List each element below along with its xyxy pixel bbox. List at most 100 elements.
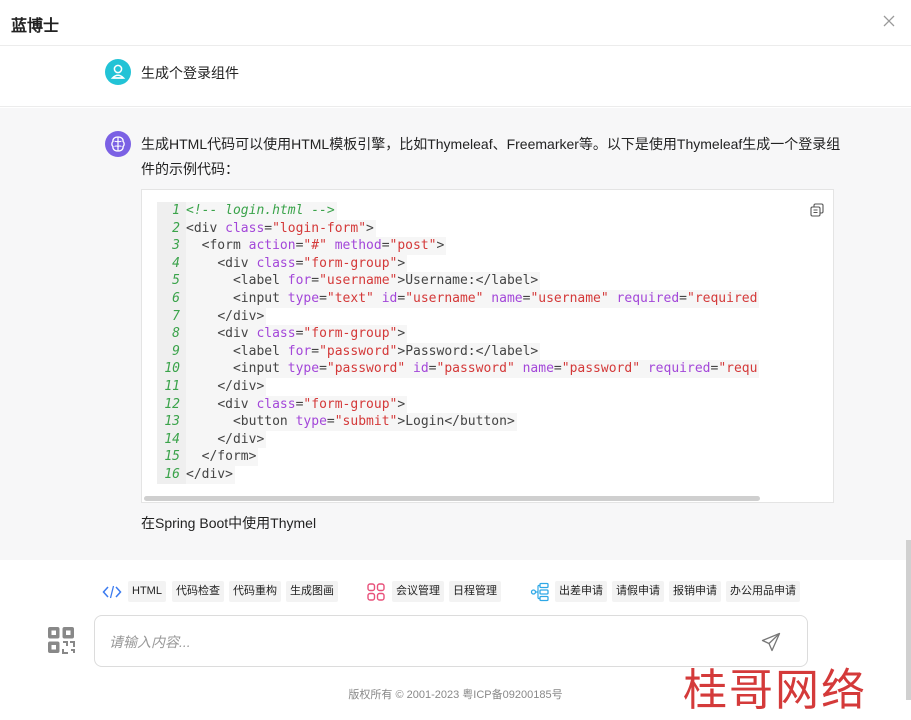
code-line: 9 <label for="password">Password:</label… bbox=[157, 342, 833, 361]
code-token: "submit" bbox=[334, 414, 398, 430]
code-token: = bbox=[311, 273, 320, 289]
apps-icon[interactable] bbox=[47, 626, 75, 654]
code-token: </div> bbox=[186, 466, 233, 482]
code-line: 12 <div class="form-group"> bbox=[157, 395, 833, 414]
code-line: 2 <div class="login-form"> bbox=[157, 219, 833, 238]
shortcut-code-check[interactable]: 代码检查 bbox=[172, 581, 224, 602]
line-number: 14 bbox=[157, 430, 186, 449]
close-icon[interactable] bbox=[881, 13, 897, 29]
code-line: 8 <div class="form-group"> bbox=[157, 325, 833, 343]
code-token: name bbox=[491, 290, 523, 306]
code-token: class bbox=[225, 220, 265, 236]
code-token: <div bbox=[217, 396, 257, 412]
code-token: = bbox=[311, 343, 320, 359]
code-token: > bbox=[436, 238, 445, 254]
send-icon[interactable] bbox=[761, 632, 781, 652]
code-token: = bbox=[264, 220, 273, 236]
code-token: Password: bbox=[405, 343, 476, 359]
code-token: <button bbox=[232, 414, 296, 430]
code-token: </div> bbox=[217, 308, 265, 324]
code-line: 1 <!-- login.html --> bbox=[157, 202, 833, 220]
brain-icon bbox=[105, 131, 131, 157]
streaming-text: 在Spring Boot中使用Thymel bbox=[141, 515, 317, 531]
code-token: Login bbox=[405, 414, 445, 430]
code-token: </div> bbox=[217, 431, 265, 447]
line-number: 11 bbox=[157, 377, 186, 396]
shortcut-business-trip[interactable]: 出差申请 bbox=[555, 581, 607, 602]
code-line: 7 </div> bbox=[157, 307, 833, 326]
shortcut-bar: HTML 代码检查 代码重构 生成图画 会议管理 日程管理 出差申请 请假申请 … bbox=[0, 580, 911, 604]
code-text: </div> bbox=[186, 377, 267, 396]
code-line: 4 <div class="form-group"> bbox=[157, 254, 833, 273]
code-line: 6 <input type="text" id="username" name=… bbox=[157, 289, 833, 308]
code-line: 10 <input type="password" id="password" … bbox=[157, 360, 833, 378]
code-token: "password" bbox=[326, 361, 406, 377]
user-message: 生成个登录组件 bbox=[0, 47, 911, 107]
code-token: "form-group" bbox=[303, 396, 398, 412]
code-token: "username" bbox=[530, 290, 609, 306]
shortcut-code-refactor[interactable]: 代码重构 bbox=[229, 581, 281, 602]
code-horizontal-scrollbar[interactable] bbox=[144, 496, 760, 501]
code-token: </label> bbox=[475, 343, 539, 359]
line-number: 13 bbox=[157, 413, 186, 431]
code-text: <input type="password" id="password" nam… bbox=[186, 360, 760, 378]
shortcut-office-supplies[interactable]: 办公用品申请 bbox=[726, 581, 800, 602]
code-token: > bbox=[397, 343, 406, 359]
shortcut-reimbursement[interactable]: 报销申请 bbox=[669, 581, 721, 602]
code-token: <!-- login.html --> bbox=[186, 203, 335, 218]
code-text: </div> bbox=[186, 465, 235, 484]
code-token: class bbox=[256, 255, 296, 271]
code-token: for bbox=[287, 273, 312, 289]
watermark: 桂哥网络 bbox=[683, 665, 867, 716]
line-number: 5 bbox=[157, 272, 186, 290]
line-number: 8 bbox=[157, 325, 186, 343]
code-token: "password" bbox=[319, 343, 398, 359]
line-number: 10 bbox=[157, 360, 186, 378]
code-token: "form-group" bbox=[303, 255, 398, 271]
shortcut-html[interactable]: HTML bbox=[128, 581, 166, 602]
code-token: for bbox=[287, 343, 312, 359]
code-token: > bbox=[397, 414, 406, 430]
code-text: </form> bbox=[186, 448, 259, 466]
copy-icon[interactable] bbox=[810, 203, 824, 217]
line-number: 9 bbox=[157, 342, 186, 361]
bot-message: 生成HTML代码可以使用HTML模板引擎，比如Thymeleaf、Freemar… bbox=[0, 108, 911, 560]
shortcut-schedule-manage[interactable]: 日程管理 bbox=[449, 581, 501, 602]
code-lines: 1 <!-- login.html --> 2 <div class="login-f… bbox=[157, 202, 833, 484]
code-text: <!-- login.html --> bbox=[186, 202, 337, 220]
code-token: = bbox=[553, 361, 562, 377]
code-token: "username" bbox=[405, 290, 484, 306]
code-token: > bbox=[397, 255, 406, 271]
shortcut-generate-image[interactable]: 生成图画 bbox=[286, 581, 338, 602]
code-line: 16 </div> bbox=[157, 465, 833, 484]
code-token: </form> bbox=[201, 449, 257, 465]
code-token: "post" bbox=[389, 238, 437, 254]
code-line: 3 <form action="#" method="post"> bbox=[157, 237, 833, 255]
code-text: <div class="form-group"> bbox=[186, 395, 408, 414]
shortcut-leave-request[interactable]: 请假申请 bbox=[612, 581, 664, 602]
code-token: id bbox=[381, 290, 398, 306]
message-input[interactable] bbox=[109, 630, 709, 654]
code-token: name bbox=[522, 361, 554, 377]
code-text: <input type="text" id="username" name="u… bbox=[186, 289, 760, 308]
code-text: </div> bbox=[186, 430, 267, 449]
line-number: 16 bbox=[157, 465, 186, 484]
code-token: class bbox=[256, 326, 296, 342]
shortcut-meeting-manage[interactable]: 会议管理 bbox=[392, 581, 444, 602]
code-text: <form action="#" method="post"> bbox=[186, 237, 447, 255]
user-message-text: 生成个登录组件 bbox=[141, 65, 239, 81]
bot-intro-text: 生成HTML代码可以使用HTML模板引擎，比如Thymeleaf、Freemar… bbox=[141, 136, 841, 177]
line-number: 1 bbox=[157, 202, 186, 220]
code-token: </button> bbox=[444, 414, 515, 430]
line-number: 4 bbox=[157, 254, 186, 273]
code-token: > bbox=[397, 273, 406, 289]
